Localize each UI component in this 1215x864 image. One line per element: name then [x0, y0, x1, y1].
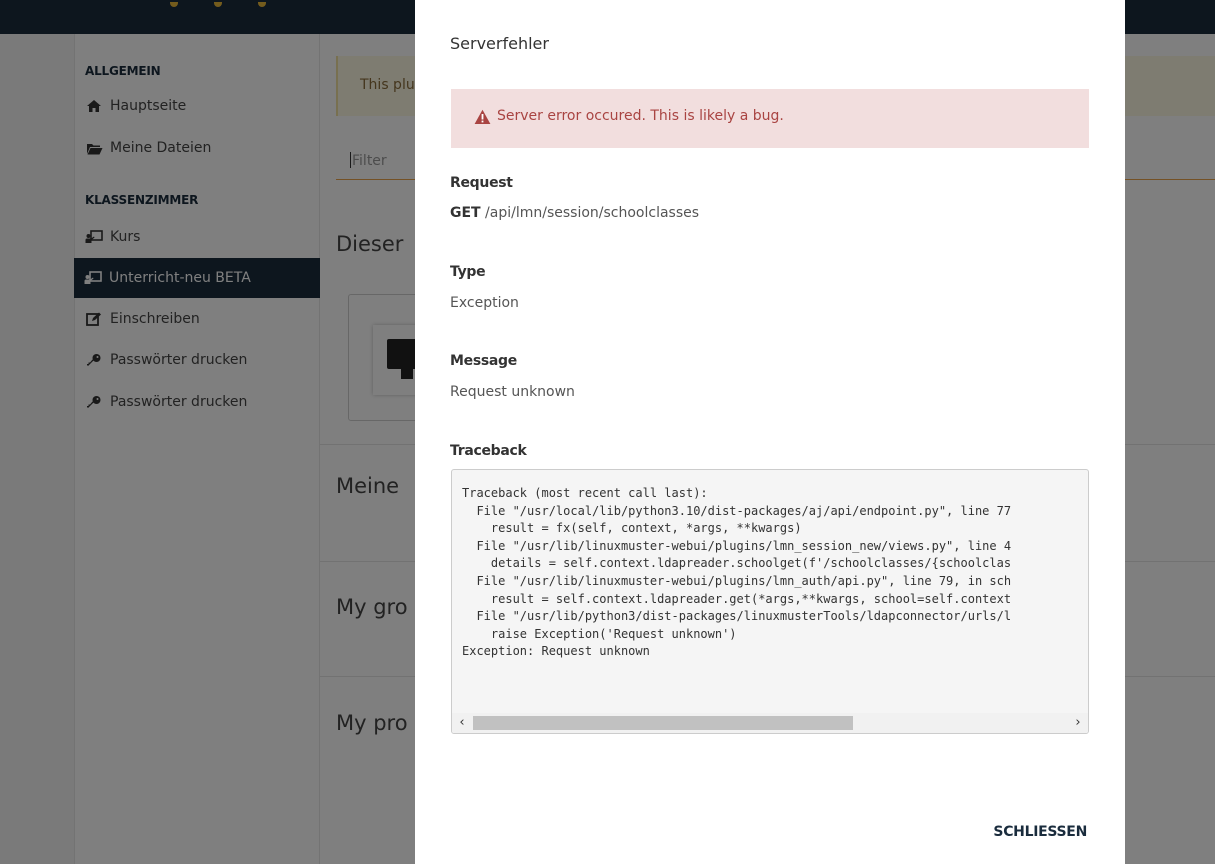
request-label: Request	[450, 175, 513, 191]
type-label: Type	[450, 264, 486, 280]
type-value: Exception	[450, 295, 519, 311]
message-value: Request unknown	[450, 384, 575, 400]
traceback-label: Traceback	[450, 443, 527, 459]
message-label: Message	[450, 353, 517, 369]
request-path: /api/lmn/session/schoolclasses	[480, 205, 700, 221]
dialog-title: Serverfehler	[450, 34, 549, 53]
traceback-box[interactable]: Traceback (most recent call last): File …	[451, 469, 1089, 734]
traceback-text: Traceback (most recent call last): File …	[462, 486, 1012, 659]
error-alert: Server error occured. This is likely a b…	[451, 89, 1089, 148]
close-button[interactable]: SCHLIESSEN	[975, 818, 1093, 846]
warning-icon	[474, 109, 491, 124]
horizontal-scrollbar[interactable]: ‹ ›	[452, 713, 1088, 733]
scroll-left-icon[interactable]: ‹	[455, 715, 469, 731]
scrollbar-thumb[interactable]	[473, 716, 853, 730]
alert-text: Server error occured. This is likely a b…	[497, 108, 784, 124]
request-method: GET	[450, 205, 481, 221]
server-error-dialog: Serverfehler Server error occured. This …	[415, 0, 1125, 864]
request-value: GET /api/lmn/session/schoolclasses	[450, 205, 699, 221]
scroll-right-icon[interactable]: ›	[1071, 715, 1085, 731]
